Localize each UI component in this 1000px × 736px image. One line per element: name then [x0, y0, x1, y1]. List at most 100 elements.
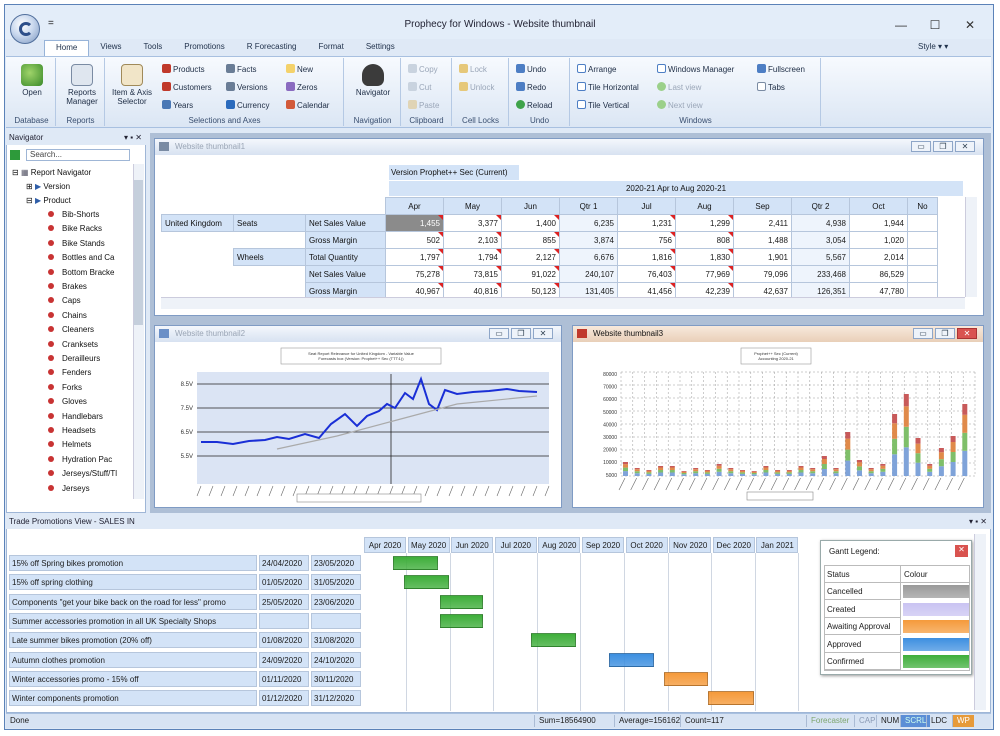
grid-cell[interactable] — [907, 248, 938, 266]
tab-home[interactable]: Home — [44, 40, 90, 56]
item-axis-selector-button[interactable]: Item & Axis Selector — [110, 64, 154, 106]
currency-button[interactable]: Currency — [226, 100, 269, 110]
style-menu[interactable]: Style ▾ ▾ — [918, 42, 948, 51]
tree-product-item[interactable]: Forks — [48, 383, 82, 392]
windows-manager-button[interactable]: Windows Manager — [657, 64, 734, 74]
grid-cell[interactable]: 1,455 — [385, 214, 444, 232]
grid-cell[interactable]: 3,377 — [443, 214, 502, 232]
grid-cell[interactable]: 1,488 — [733, 231, 792, 249]
tree-product-item[interactable]: Helmets — [48, 440, 91, 449]
grid-hscroll[interactable] — [161, 297, 965, 309]
tree-product-item[interactable]: Jerseys/Stuff/Tl — [48, 469, 117, 478]
grid-cell[interactable] — [907, 265, 938, 283]
close-button[interactable]: ✕ — [955, 18, 985, 34]
minimize-icon[interactable]: ▭ — [911, 141, 931, 152]
grid-cell[interactable]: 240,107 — [559, 265, 618, 283]
panel-pin-icon[interactable]: ▾ ▪ ✕ — [969, 517, 987, 526]
promotion-row[interactable]: 15% off Spring bikes promotion 24/04/2020… — [9, 555, 361, 571]
grid-vscroll[interactable] — [965, 197, 977, 297]
tree-product-item[interactable]: Gloves — [48, 397, 87, 406]
close-icon[interactable]: ✕ — [957, 328, 977, 339]
gantt-vscroll[interactable] — [974, 534, 986, 710]
grid-cell[interactable]: 77,969 — [675, 265, 734, 283]
promotion-row[interactable]: Summer accessories promotion in all UK S… — [9, 612, 361, 629]
tab-tools[interactable]: Tools — [133, 40, 174, 56]
tree-product-item[interactable]: Bike Stands — [48, 239, 105, 248]
next-view-button[interactable]: Next view — [657, 100, 703, 110]
tree-product-item[interactable]: Hydration Pac — [48, 455, 112, 464]
fullscreen-button[interactable]: Fullscreen — [757, 64, 805, 74]
tree-product-item[interactable]: Cranksets — [48, 340, 98, 349]
tree-product-item[interactable]: Bottom Bracke — [48, 268, 114, 277]
grid-column-header[interactable]: Qtr 1 — [559, 197, 618, 215]
tree-product-item[interactable]: Jerseys — [48, 484, 90, 493]
gantt-bar[interactable] — [393, 556, 438, 570]
tree-product-item[interactable]: Caps — [48, 296, 81, 305]
tree-product-item[interactable]: Headsets — [48, 426, 96, 435]
tree-product-item[interactable]: Chains — [48, 311, 87, 320]
promotion-row[interactable]: 15% off spring clothing 01/05/2020 31/05/2… — [9, 574, 361, 591]
grid-cell[interactable]: 2,103 — [443, 231, 502, 249]
tree-product-item[interactable]: Cleaners — [48, 325, 94, 334]
grid-cell[interactable]: 2,411 — [733, 214, 792, 232]
tab-format[interactable]: Format — [308, 40, 355, 56]
grid-cell[interactable]: 73,815 — [443, 265, 502, 283]
grid-cell[interactable]: 75,278 — [385, 265, 444, 283]
tab-promotions[interactable]: Promotions — [173, 40, 235, 56]
gantt-bar[interactable] — [440, 594, 483, 609]
minimize-button[interactable]: — — [886, 18, 916, 34]
calendar-button[interactable]: Calendar — [286, 100, 329, 110]
grid-cell[interactable] — [907, 231, 938, 249]
grid-column-header[interactable]: Qtr 2 — [791, 197, 850, 215]
tree-product-item[interactable]: Bottles and Ca — [48, 253, 114, 262]
last-view-button[interactable]: Last view — [657, 82, 701, 92]
grid-cell[interactable]: 233,468 — [791, 265, 850, 283]
gantt-bar[interactable] — [664, 671, 708, 686]
unlock-button[interactable]: Unlock — [459, 82, 494, 92]
grid-cell[interactable]: 502 — [385, 231, 444, 249]
grid-column-header[interactable]: Apr — [385, 197, 444, 215]
tab-settings[interactable]: Settings — [355, 40, 406, 56]
years-button[interactable]: Years — [162, 100, 193, 110]
grid-cell[interactable]: 2,014 — [849, 248, 908, 266]
grid-cell[interactable]: 3,874 — [559, 231, 618, 249]
grid-cell[interactable]: 76,403 — [617, 265, 676, 283]
gantt-bar[interactable] — [531, 633, 576, 648]
navigator-search-input[interactable]: Search... — [26, 149, 130, 161]
grid-column-header[interactable]: Sep — [733, 197, 792, 215]
grid-cell[interactable]: 1,231 — [617, 214, 676, 232]
tab-views[interactable]: Views — [89, 40, 132, 56]
grid-cell[interactable]: 79,096 — [733, 265, 792, 283]
grid-cell[interactable]: 3,054 — [791, 231, 850, 249]
gantt-legend-close-icon[interactable]: ✕ — [955, 545, 968, 557]
gantt-bar[interactable] — [440, 613, 483, 628]
version-selector[interactable]: Version Prophet++ Sec (Current) — [389, 165, 519, 180]
grid-cell[interactable]: 1,830 — [675, 248, 734, 266]
customers-button[interactable]: Customers — [162, 82, 212, 92]
open-button[interactable]: Open — [14, 64, 50, 97]
grid-cell[interactable]: 1,944 — [849, 214, 908, 232]
grid-cell[interactable]: 4,938 — [791, 214, 850, 232]
reload-button[interactable]: Reload — [516, 100, 552, 110]
restore-icon[interactable]: ❐ — [935, 328, 955, 339]
promotion-row[interactable]: Autumn clothes promotion 24/09/2020 24/10/… — [9, 651, 361, 668]
gantt-bar[interactable] — [404, 575, 449, 590]
close-icon[interactable]: ✕ — [533, 328, 553, 339]
promotion-row[interactable]: Winter accessories promo - 15% off 01/11/… — [9, 670, 361, 687]
versions-button[interactable]: Versions — [226, 82, 268, 92]
tree-version[interactable]: ⊞ ▶ Version — [26, 182, 70, 191]
tree-product-item[interactable]: Fenders — [48, 368, 91, 377]
navigator-button[interactable]: Navigator — [349, 64, 397, 97]
promotion-row[interactable]: Late summer bikes promotion (20% off) 01/… — [9, 632, 361, 649]
promotion-row[interactable]: Winter components promotion 01/12/2020 31/… — [9, 690, 361, 707]
bar-chart-scrollbar[interactable] — [746, 491, 814, 501]
tree-product-item[interactable]: Brakes — [48, 282, 87, 291]
grid-column-header[interactable]: Jun — [501, 197, 560, 215]
navigator-scroll-thumb[interactable] — [134, 180, 143, 325]
tree-product-item[interactable]: Bib-Shorts — [48, 210, 99, 219]
grid-cell[interactable]: 6,676 — [559, 248, 618, 266]
grid-column-header[interactable]: May — [443, 197, 502, 215]
grid-column-header[interactable]: Jul — [617, 197, 676, 215]
grid-column-header[interactable]: Aug — [675, 197, 734, 215]
grid-cell[interactable]: 1,797 — [385, 248, 444, 266]
